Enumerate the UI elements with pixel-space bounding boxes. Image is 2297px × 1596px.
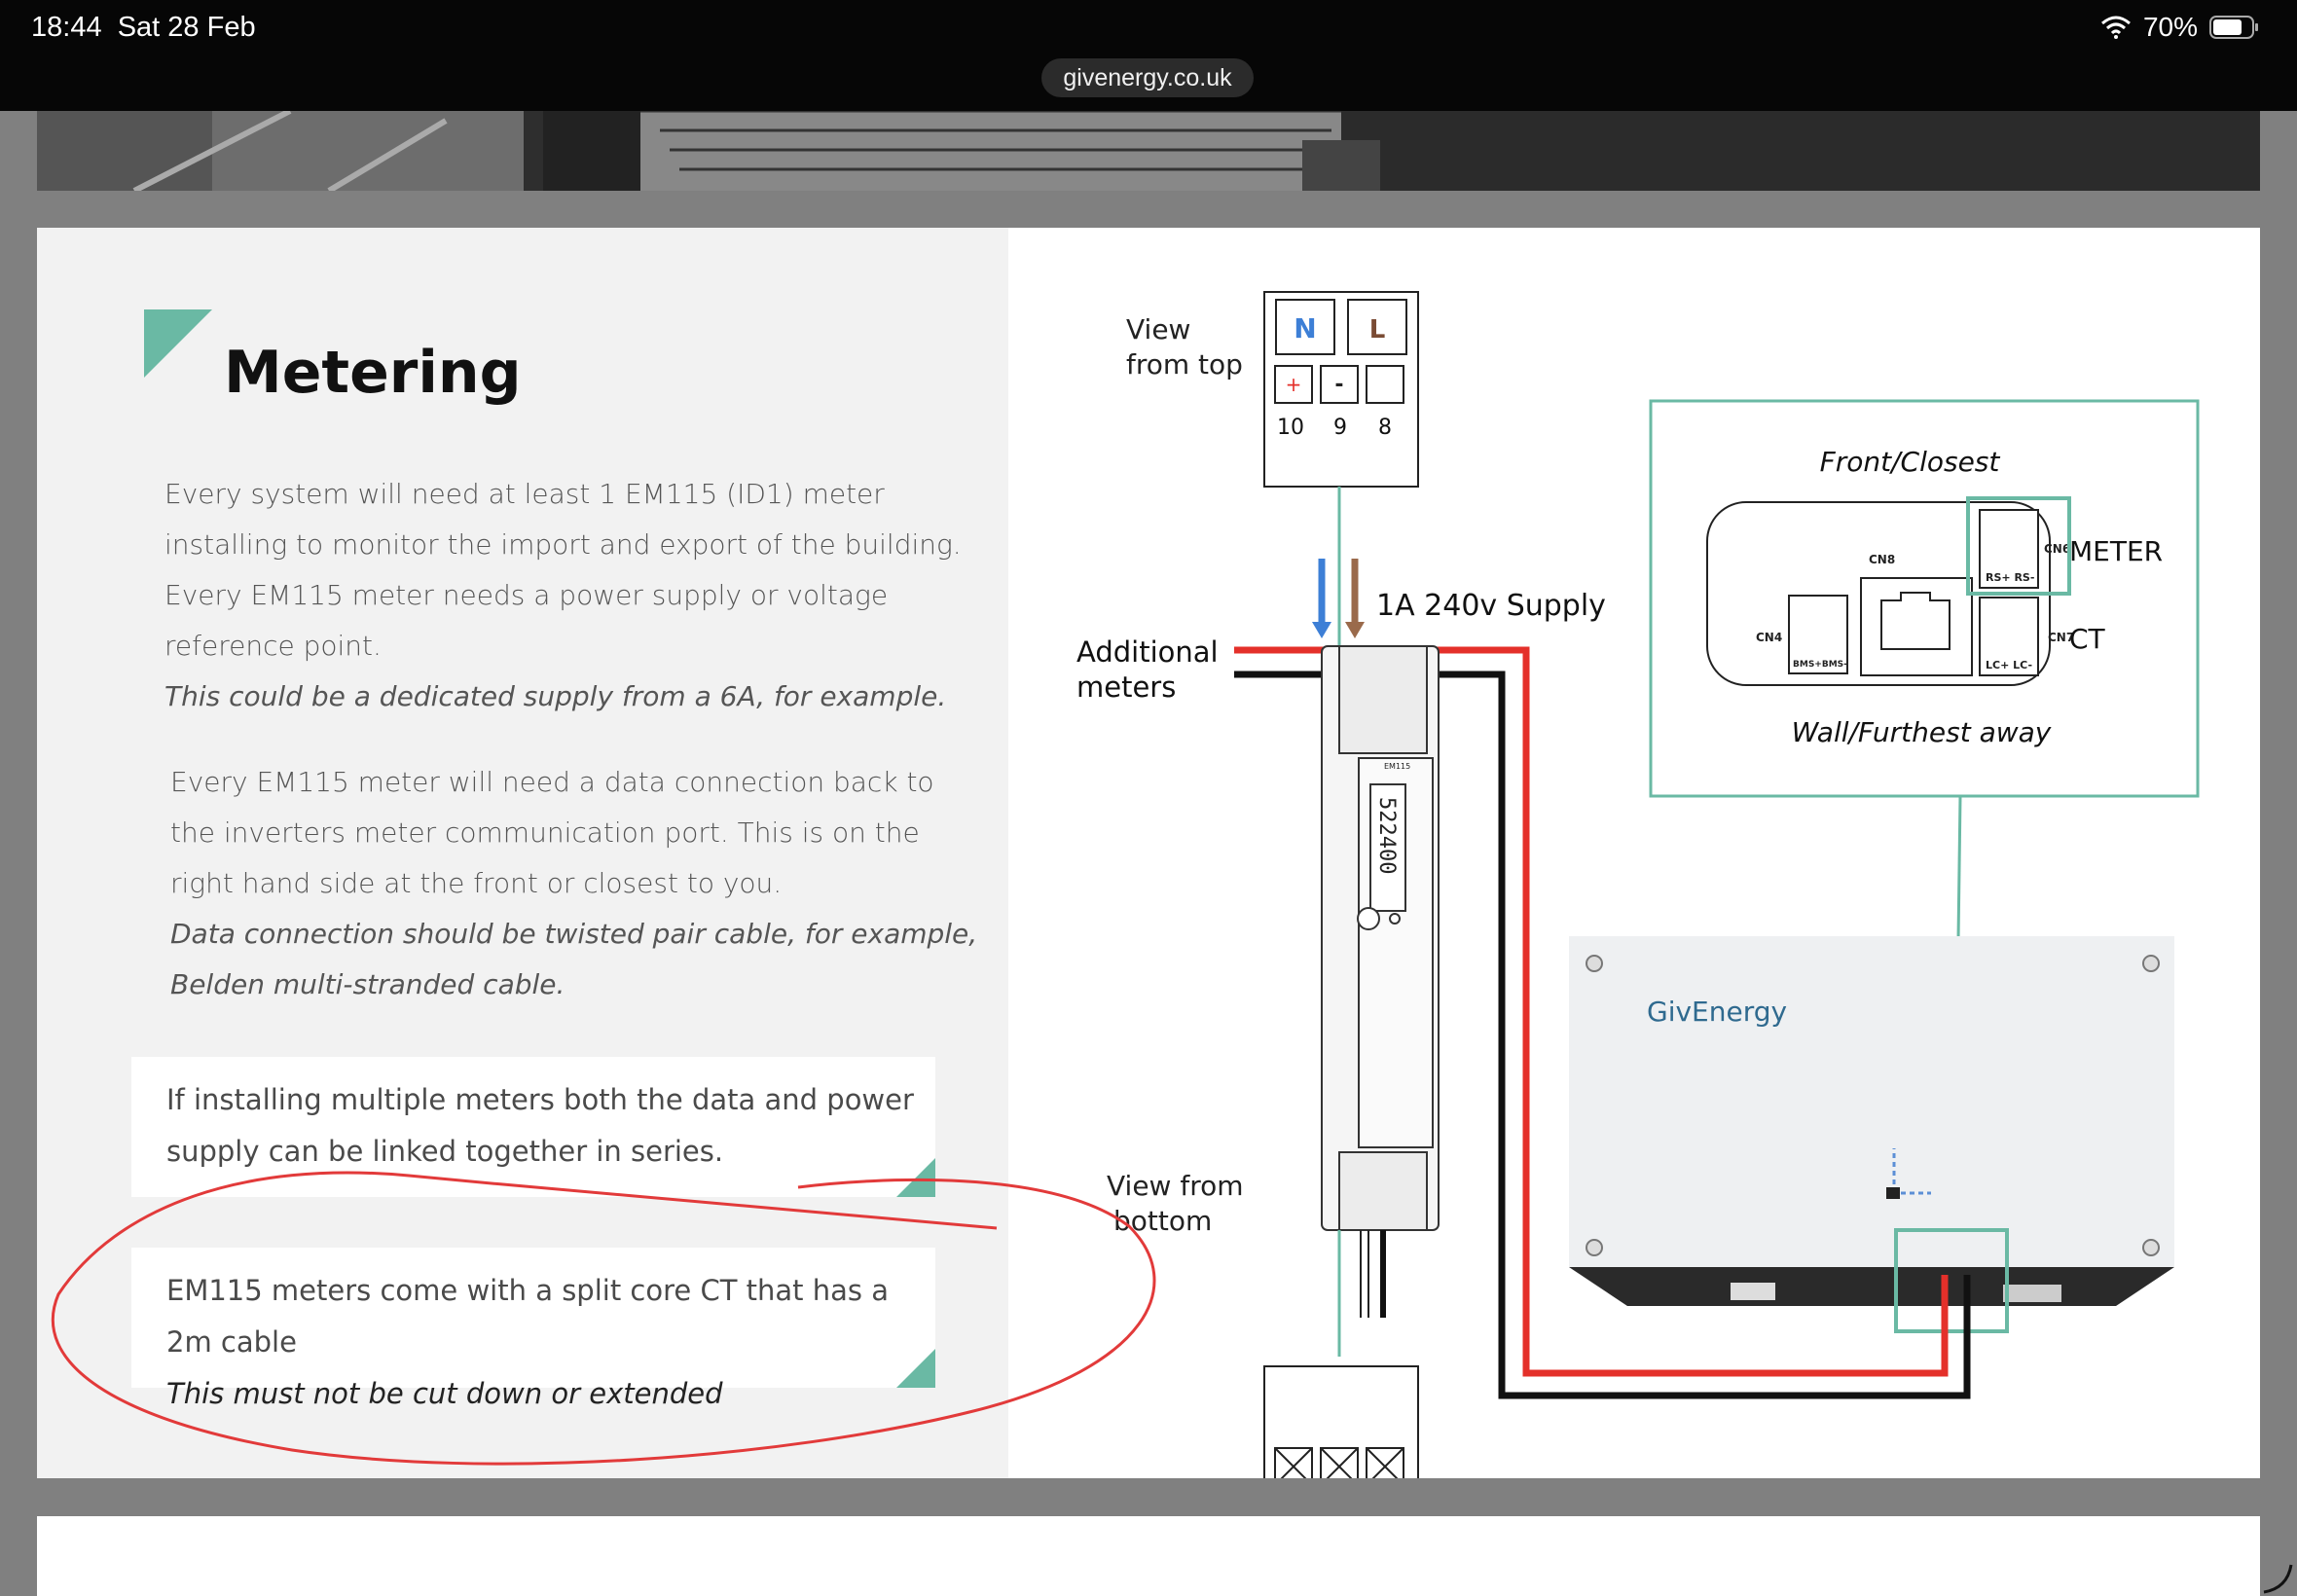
annotation-overlay bbox=[51, 1171, 1156, 1466]
resize-handle-icon bbox=[2263, 1564, 2293, 1594]
red-circle-annotation bbox=[51, 1171, 1156, 1466]
